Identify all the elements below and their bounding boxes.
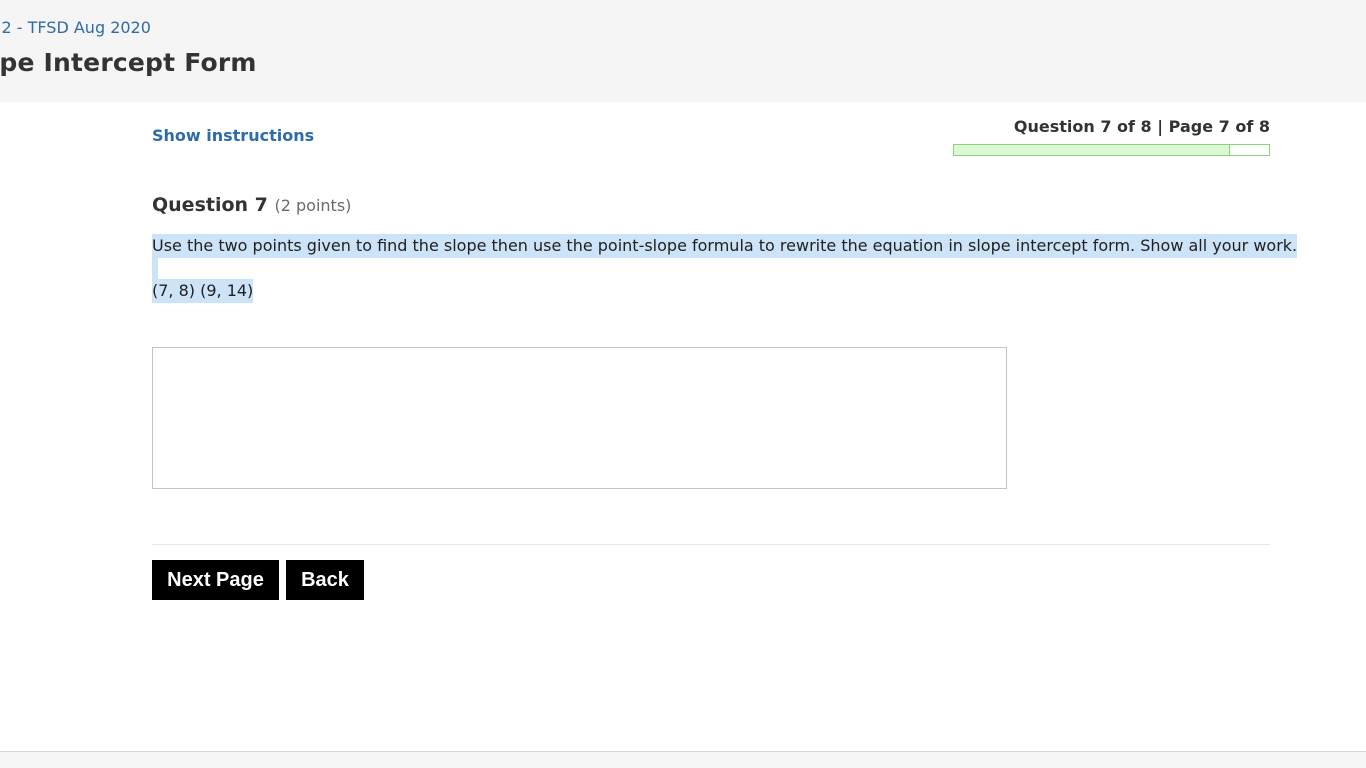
divider: [152, 544, 1270, 545]
progress-fill: [954, 145, 1230, 155]
question-number: Question 7: [152, 194, 268, 216]
question-prompt: Use the two points given to find the slo…: [152, 234, 1298, 303]
next-page-button[interactable]: Next Page: [152, 560, 279, 600]
progress-label: Question 7 of 8 | Page 7 of 8: [1013, 117, 1270, 136]
page-header: : 2 - TFSD Aug 2020 ope Intercept Form: [0, 0, 1366, 102]
page-title: ope Intercept Form: [0, 48, 257, 77]
progress-bar: [953, 144, 1270, 156]
breadcrumb[interactable]: : 2 - TFSD Aug 2020: [0, 18, 151, 37]
question-heading: Question 7 (2 points): [152, 194, 351, 216]
question-points: (2 points): [274, 196, 352, 215]
given-points: (7, 8) (9, 14): [152, 279, 254, 303]
show-instructions-link[interactable]: Show instructions: [152, 126, 314, 145]
page-footer: [0, 751, 1366, 768]
prompt-text: Use the two points given to find the slo…: [152, 234, 1298, 258]
back-button[interactable]: Back: [286, 560, 364, 600]
selection-highlight: [152, 258, 158, 280]
answer-textarea[interactable]: [152, 347, 1007, 489]
